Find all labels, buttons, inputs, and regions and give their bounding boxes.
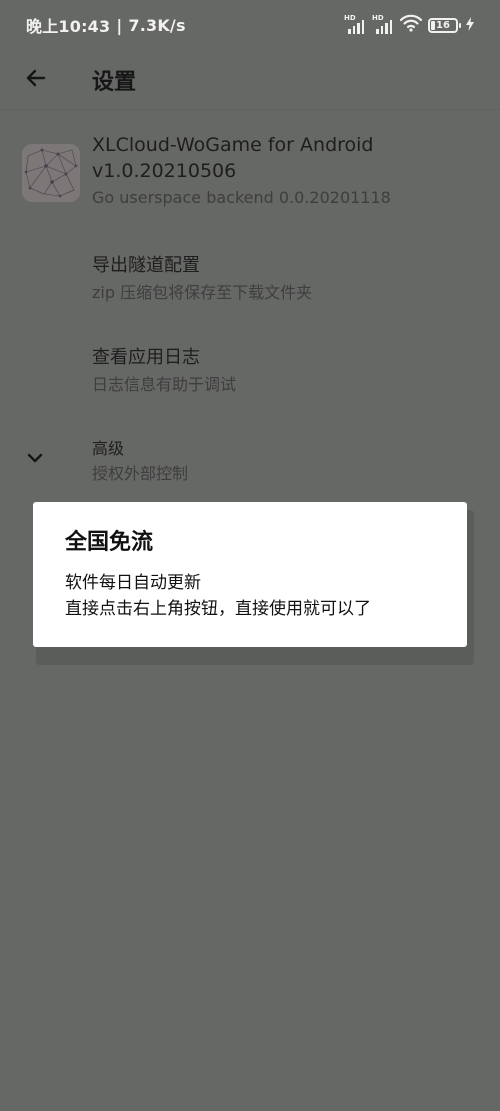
item-subtitle: zip 压缩包将保存至下载文件夹 xyxy=(92,283,313,302)
dialog-line-1: 软件每日自动更新 xyxy=(65,573,201,593)
app-logo-icon xyxy=(22,144,80,202)
item-title: 高级 xyxy=(92,439,125,458)
item-title: 导出隧道配置 xyxy=(92,255,200,276)
battery-icon: 16 xyxy=(428,17,461,33)
status-bar: 晚上10:43 | 7.3K/s HD HD 16 xyxy=(0,0,500,50)
network-speed: 7.3K/s xyxy=(128,15,186,35)
hd-signal-icon: HD xyxy=(344,14,366,34)
app-version: v1.0.20210506 xyxy=(92,160,237,182)
settings-screen: 晚上10:43 | 7.3K/s HD HD 16 设置 XLCloud-WoG… xyxy=(0,0,500,1111)
battery-fill xyxy=(431,20,435,30)
item-subtitle: 授权外部控制 xyxy=(92,464,189,483)
app-bar: 设置 xyxy=(0,50,500,110)
dialog-line-2: 直接点击右上角按钮，直接使用就可以了 xyxy=(65,599,371,619)
status-right: HD HD 16 xyxy=(344,14,474,36)
dialog-title: 全国免流 xyxy=(65,530,154,555)
status-separator: | xyxy=(116,15,123,35)
back-button[interactable] xyxy=(0,50,72,110)
view-app-logs-item[interactable]: 查看应用日志 日志信息有助于调试 xyxy=(0,335,500,415)
arrow-left-icon xyxy=(24,66,48,94)
about-item[interactable]: XLCloud-WoGame for Android v1.0.20210506… xyxy=(0,130,500,220)
backend-version: Go userspace backend 0.0.20201118 xyxy=(92,188,391,207)
status-left: 晚上10:43 | 7.3K/s xyxy=(26,13,186,37)
notice-dialog: 全国免流 软件每日自动更新 直接点击右上角按钮，直接使用就可以了 xyxy=(33,502,467,647)
status-time: 晚上10:43 xyxy=(26,17,111,36)
item-title: 查看应用日志 xyxy=(92,347,200,368)
advanced-item[interactable]: 高级 授权外部控制 xyxy=(0,425,500,505)
page-title: 设置 xyxy=(92,69,137,95)
wifi-icon xyxy=(399,14,423,36)
about-text: XLCloud-WoGame for Android v1.0.20210506… xyxy=(92,132,391,210)
battery-percent: 16 xyxy=(436,19,450,31)
app-name: XLCloud-WoGame for Android xyxy=(92,134,374,156)
chevron-down-icon[interactable] xyxy=(22,445,48,471)
item-subtitle: 日志信息有助于调试 xyxy=(92,375,237,394)
charging-bolt-icon xyxy=(466,16,474,35)
export-tunnel-config-item[interactable]: 导出隧道配置 zip 压缩包将保存至下载文件夹 xyxy=(0,245,500,325)
hd-signal-icon: HD xyxy=(372,14,394,34)
